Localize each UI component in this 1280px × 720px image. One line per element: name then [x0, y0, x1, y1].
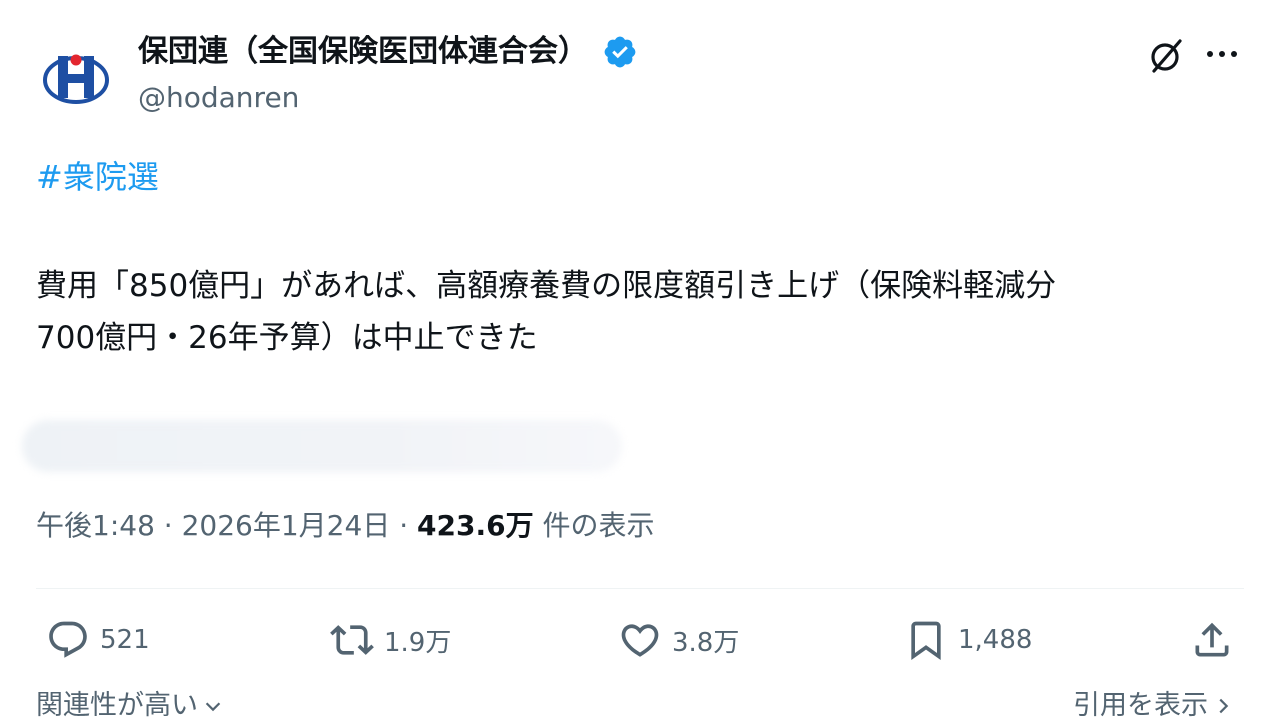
repost-count: 1.9万 [384, 627, 452, 658]
author-name[interactable]: 保団連（全国保険医団体連合会） [138, 32, 638, 72]
views-label: 件の表示 [533, 509, 655, 542]
tweet-date[interactable]: 2026年1月24日 [182, 509, 391, 542]
share-icon [1195, 622, 1229, 657]
views-count: 423.6万 [417, 509, 534, 542]
divider [36, 588, 1244, 589]
repost-button[interactable]: 1.9万 [330, 614, 451, 666]
hashtag-link[interactable]: #衆院選 [36, 156, 159, 198]
sort-label: 関連性が高い [36, 690, 198, 720]
tweet-text: 費用「850億円」があれば、高額療養費の限度額引き上げ（保険料軽減分 700億円… [36, 268, 1057, 356]
avatar[interactable] [40, 40, 112, 112]
reply-count: 521 [100, 625, 150, 655]
tweet-time[interactable]: 午後1:48 [36, 509, 155, 542]
view-quotes-link[interactable]: 引用を表示 [1073, 686, 1234, 720]
tweet-detail: 保団連（全国保険医団体連合会） @hodanren #衆院選 費用「850億円」… [0, 0, 1280, 720]
author-name-text: 保団連（全国保険医団体連合会） [138, 34, 588, 69]
tweet-meta: 午後1:48 · 2026年1月24日 · 423.6万 件の表示 [36, 506, 654, 546]
reply-button[interactable]: 521 [46, 614, 150, 666]
verified-badge-icon[interactable] [602, 34, 638, 70]
meta-separator: · [154, 509, 182, 542]
reply-icon [49, 621, 87, 658]
sort-dropdown[interactable]: 関連性が高い [36, 686, 224, 720]
hodanren-logo-icon [43, 54, 109, 104]
author-handle[interactable]: @hodanren [138, 80, 299, 116]
bookmark-icon [911, 621, 941, 661]
bookmark-count: 1,488 [958, 625, 1033, 655]
quotes-link-label: 引用を表示 [1073, 690, 1208, 720]
bookmark-button[interactable]: 1,488 [904, 614, 1032, 666]
meta-separator: · [390, 509, 417, 542]
chevron-right-icon [1219, 698, 1229, 714]
blurred-link [22, 420, 622, 472]
repost-icon [330, 625, 374, 655]
like-button[interactable]: 3.8万 [618, 614, 739, 666]
chevron-down-icon [205, 702, 221, 712]
grok-icon[interactable] [1146, 36, 1186, 76]
heart-icon [621, 624, 659, 657]
like-count: 3.8万 [672, 627, 740, 658]
more-options-icon[interactable] [1204, 42, 1240, 66]
share-button[interactable] [1190, 614, 1234, 666]
